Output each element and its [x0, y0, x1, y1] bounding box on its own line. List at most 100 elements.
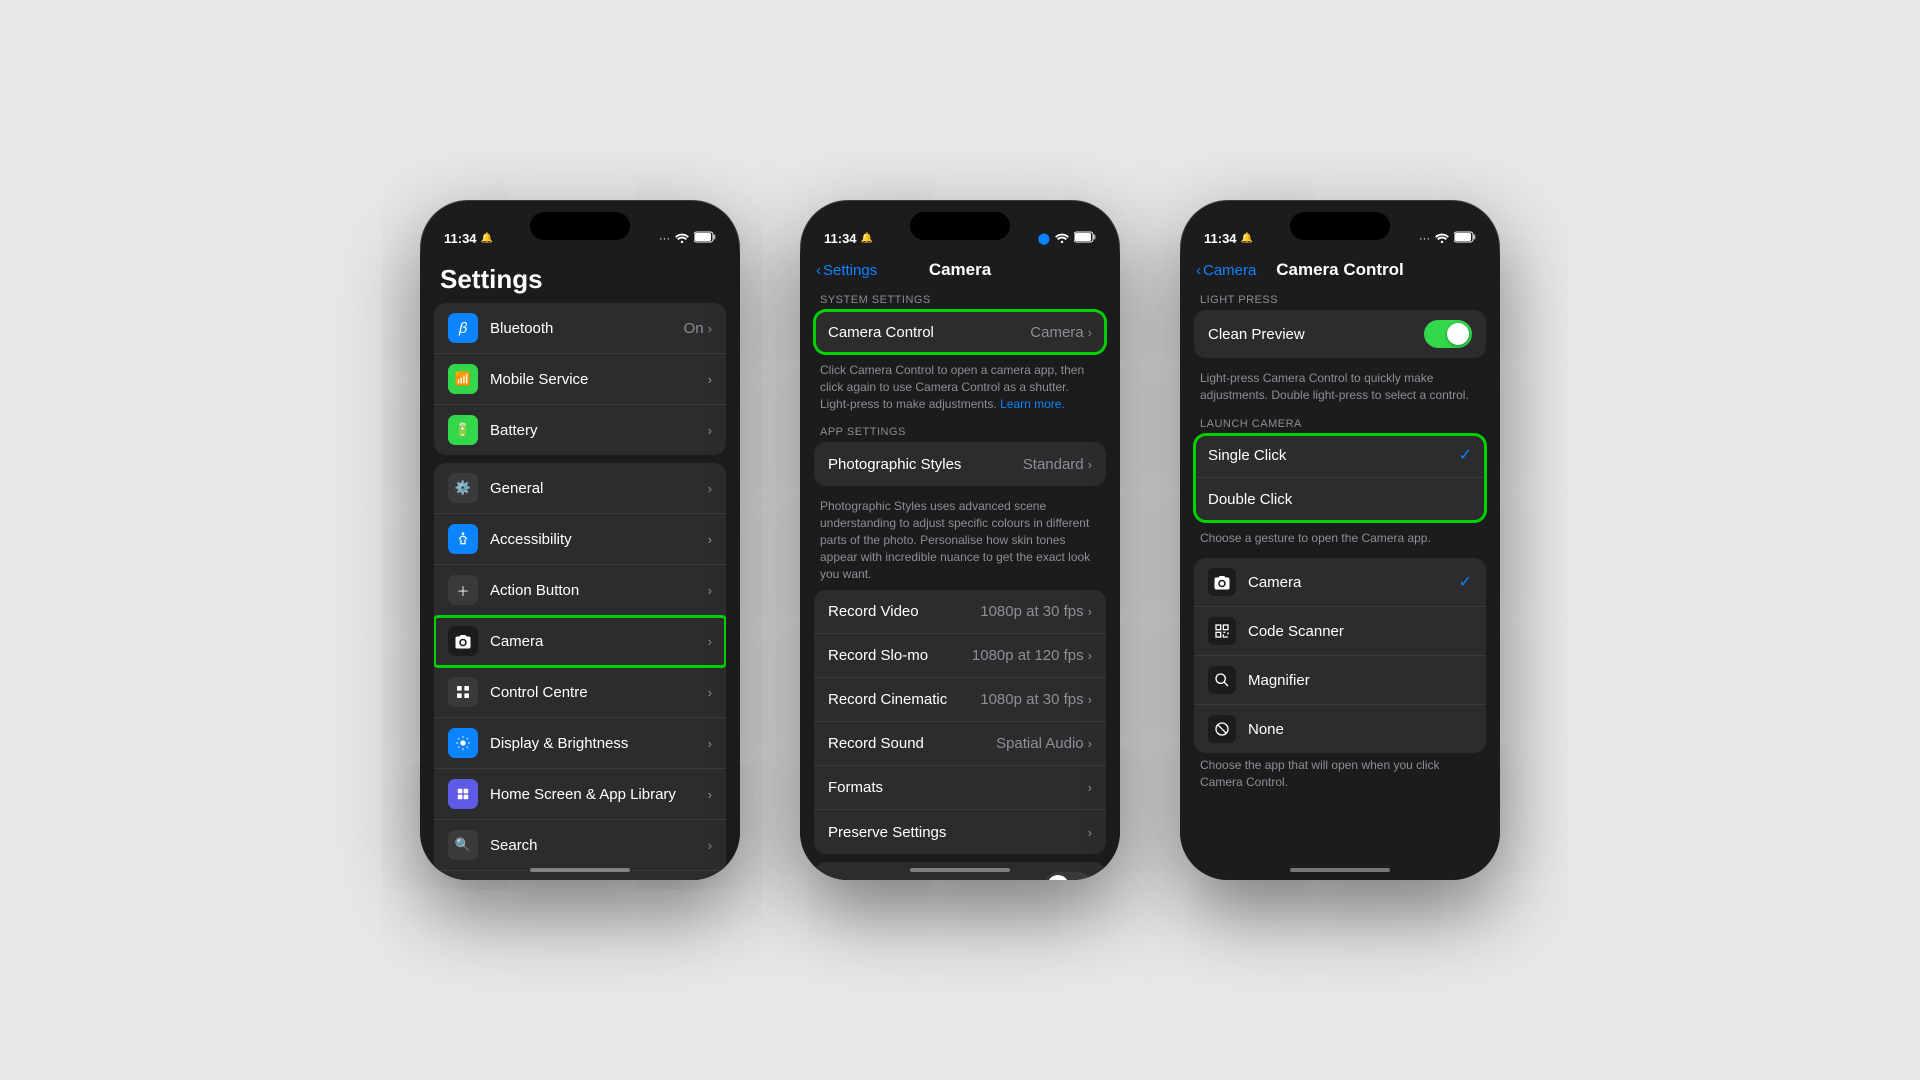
none-label: None	[1248, 721, 1472, 738]
row-formats[interactable]: Formats ›	[814, 766, 1106, 810]
double-click-label: Double Click	[1208, 491, 1472, 508]
bell-icon-2: 🔔	[861, 233, 873, 244]
home-screen-icon	[448, 779, 478, 809]
row-action-button[interactable]: ＋ Action Button ›	[434, 565, 726, 616]
row-mobile[interactable]: 📶 Mobile Service ›	[434, 354, 726, 405]
formats-label: Formats	[828, 779, 1088, 796]
camera-nav-title: Camera	[929, 260, 991, 280]
magnifier-label: Magnifier	[1248, 672, 1472, 689]
dynamic-island-3	[1290, 212, 1390, 240]
nav-bar-3: ‹ Camera Camera Control	[1180, 252, 1500, 288]
row-display[interactable]: Display & Brightness ›	[434, 718, 726, 769]
camera-control-section: Camera Control Camera ›	[814, 310, 1106, 354]
recording-group: Record Video 1080p at 30 fps › Record Sl…	[814, 590, 1106, 854]
phone-2: 11:34 🔔 ⬤ ‹ Settings C	[800, 200, 1120, 880]
preserve-settings-label: Preserve Settings	[828, 824, 1088, 841]
group-system: ⚙️ General › Accessibility › ＋ Action Bu…	[434, 463, 726, 880]
action-button-chevron: ›	[708, 583, 712, 598]
row-app-code-scanner[interactable]: Code Scanner	[1194, 607, 1486, 656]
light-press-header: LIGHT PRESS	[1180, 288, 1500, 310]
photo-styles-label: Photographic Styles	[828, 456, 1023, 473]
screen-1: Settings 𝛽 Bluetooth On › 📶 Mobile Servi…	[420, 252, 740, 880]
system-settings-header: SYSTEM SETTINGS	[800, 288, 1120, 310]
light-press-desc: Light-press Camera Control to quickly ma…	[1180, 366, 1500, 412]
record-sound-label: Record Sound	[828, 735, 996, 752]
row-preserve-settings[interactable]: Preserve Settings ›	[814, 810, 1106, 854]
app-desc: Choose the app that will open when you c…	[1180, 753, 1500, 799]
general-label: General	[490, 480, 708, 497]
content-3[interactable]: ‹ Camera Camera Control LIGHT PRESS Clea…	[1180, 252, 1500, 880]
bluetooth-icon: 𝛽	[448, 313, 478, 343]
home-screen-label: Home Screen & App Library	[490, 786, 708, 803]
row-battery[interactable]: 🔋 Battery ›	[434, 405, 726, 455]
row-general[interactable]: ⚙️ General ›	[434, 463, 726, 514]
row-control-centre[interactable]: Control Centre ›	[434, 667, 726, 718]
row-single-click[interactable]: Single Click ✓	[1194, 434, 1486, 478]
volume-burst-label: Use Volume Up for Burst	[828, 878, 1044, 880]
none-icon	[1208, 715, 1236, 743]
preserve-chevron: ›	[1088, 825, 1092, 840]
record-slomo-chevron: ›	[1088, 648, 1092, 663]
display-icon	[448, 728, 478, 758]
row-app-none[interactable]: None	[1194, 705, 1486, 753]
home-indicator-1	[530, 868, 630, 872]
gesture-section: Single Click ✓ Double Click	[1194, 434, 1486, 522]
photographic-styles-group: Photographic Styles Standard ›	[814, 442, 1106, 486]
code-scanner-icon	[1208, 617, 1236, 645]
row-accessibility[interactable]: Accessibility ›	[434, 514, 726, 565]
row-camera[interactable]: Camera ›	[434, 616, 726, 667]
photo-desc: Photographic Styles uses advanced scene …	[800, 494, 1120, 590]
accessibility-chevron: ›	[708, 532, 712, 547]
home-indicator-3	[1290, 868, 1390, 872]
row-record-sound[interactable]: Record Sound Spatial Audio ›	[814, 722, 1106, 766]
back-button-2[interactable]: ‹ Settings	[816, 262, 877, 279]
volume-burst-toggle[interactable]	[1044, 872, 1092, 880]
row-record-cinematic[interactable]: Record Cinematic 1080p at 30 fps ›	[814, 678, 1106, 722]
accessibility-icon	[448, 524, 478, 554]
record-cinematic-value: 1080p at 30 fps	[980, 691, 1083, 708]
bluetooth-label: Bluetooth	[490, 320, 684, 337]
screen-3: ‹ Camera Camera Control LIGHT PRESS Clea…	[1180, 252, 1500, 880]
row-siri[interactable]: Siri ›	[434, 871, 726, 880]
row-search[interactable]: 🔍 Search ›	[434, 820, 726, 871]
camera-control-value: Camera	[1030, 324, 1083, 341]
battery-icon-3	[1454, 231, 1476, 246]
control-centre-chevron: ›	[708, 685, 712, 700]
status-icons-2: ⬤	[1038, 231, 1096, 246]
accessibility-label: Accessibility	[490, 531, 708, 548]
record-cinematic-chevron: ›	[1088, 692, 1092, 707]
row-record-video[interactable]: Record Video 1080p at 30 fps ›	[814, 590, 1106, 634]
row-app-camera[interactable]: Camera ✓	[1194, 558, 1486, 607]
back-button-3[interactable]: ‹ Camera	[1196, 262, 1256, 279]
row-home-screen[interactable]: Home Screen & App Library ›	[434, 769, 726, 820]
bell-icon-3: 🔔	[1241, 233, 1253, 244]
content-2[interactable]: ‹ Settings Camera SYSTEM SETTINGS Camera…	[800, 252, 1120, 880]
clean-preview-label: Clean Preview	[1208, 326, 1424, 343]
record-video-value: 1080p at 30 fps	[980, 603, 1083, 620]
bt-dot-2: ⬤	[1038, 232, 1050, 245]
row-record-slo-mo[interactable]: Record Slo-mo 1080p at 120 fps ›	[814, 634, 1106, 678]
display-chevron: ›	[708, 736, 712, 751]
row-camera-control[interactable]: Camera Control Camera ›	[814, 310, 1106, 354]
dynamic-island-1	[530, 212, 630, 240]
camera-chevron: ›	[708, 634, 712, 649]
row-app-magnifier[interactable]: Magnifier	[1194, 656, 1486, 705]
camera-label: Camera	[490, 633, 708, 650]
camera-desc: Click Camera Control to open a camera ap…	[800, 358, 1120, 420]
search-label: Search	[490, 837, 708, 854]
bluetooth-value: On	[684, 320, 704, 337]
camera-app-icon	[1208, 568, 1236, 596]
status-time-1: 11:34 🔔	[444, 231, 493, 246]
general-chevron: ›	[708, 481, 712, 496]
battery-icon-2	[1074, 231, 1096, 246]
nav-bar-2: ‹ Settings Camera	[800, 252, 1120, 288]
content-1[interactable]: Settings 𝛽 Bluetooth On › 📶 Mobile Servi…	[420, 252, 740, 880]
record-sound-value: Spatial Audio	[996, 735, 1084, 752]
clean-preview-toggle[interactable]	[1424, 320, 1472, 348]
row-clean-preview[interactable]: Clean Preview	[1194, 310, 1486, 358]
status-icons-1: ···	[659, 231, 716, 246]
row-double-click[interactable]: Double Click	[1194, 478, 1486, 522]
row-bluetooth[interactable]: 𝛽 Bluetooth On ›	[434, 303, 726, 354]
search-chevron: ›	[708, 838, 712, 853]
row-photo-styles[interactable]: Photographic Styles Standard ›	[814, 442, 1106, 486]
